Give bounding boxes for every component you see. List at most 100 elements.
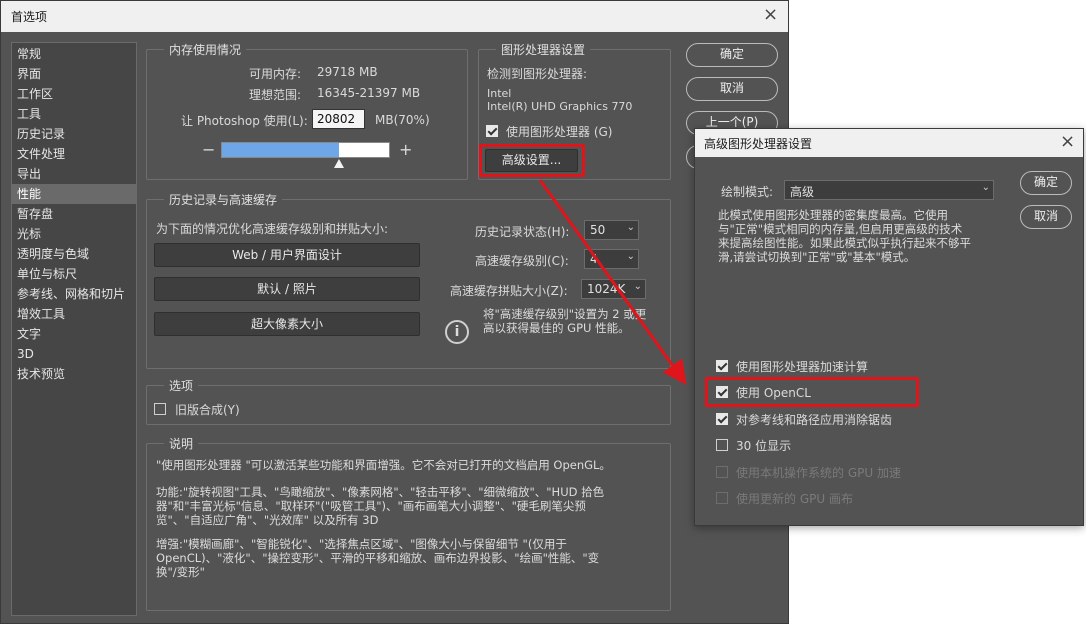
title-bar: 首选项 ×: [1, 1, 788, 32]
sidebar-item-guides[interactable]: 参考线、网格和切片: [12, 284, 136, 304]
memory-slider-fill: [222, 143, 339, 157]
gpu-compute-label: 使用图形处理器加速计算: [736, 360, 869, 374]
description-p2-line2: 器"和"丰富光标"信息、"取样环"("吸管工具")、"画布画笔大小调整"、"硬毛…: [156, 499, 586, 513]
cancel-button[interactable]: 取消: [686, 77, 778, 101]
optimize-label: 为下面的情况优化高速缓存级别和拼贴大小:: [156, 222, 389, 236]
legacy-compositing-label: 旧版合成(Y): [175, 403, 240, 417]
history-states-value: 50: [590, 223, 606, 237]
history-cache-title: 历史记录与高速缓存: [164, 191, 283, 208]
options-title: 选项: [164, 377, 199, 394]
sidebar-item-export[interactable]: 导出: [12, 164, 136, 184]
preset-web-button[interactable]: Web / 用户界面设计: [154, 243, 420, 267]
sidebar-item-cursors[interactable]: 光标: [12, 224, 136, 244]
sidebar-item-history-log[interactable]: 历史记录: [12, 124, 136, 144]
draw-mode-label: 绘制模式:: [721, 185, 774, 199]
close-icon[interactable]: ×: [763, 4, 778, 25]
photoshop-use-label: 让 Photoshop 使用(L):: [181, 114, 308, 128]
gpu-compute-checkbox[interactable]: [716, 360, 728, 372]
chevron-down-icon: ⌄: [633, 281, 642, 292]
description-p3-line3: 换"/变形": [156, 565, 205, 579]
history-states-label: 历史记录状态(H):: [475, 225, 570, 239]
description-p3-line1: 增强:"模糊画廊"、"智能锐化"、"选择焦点区域"、"图像大小与保留细节 "(仅…: [156, 537, 567, 551]
description-p2-line1: 功能:"旋转视图"工具、"鸟瞰缩放"、"像素网格"、"轻击平移"、"细微缩放"、…: [156, 485, 605, 499]
history-states-combo[interactable]: 50 ⌄: [584, 220, 639, 240]
tile-size-combo[interactable]: 1024K ⌄: [581, 279, 646, 299]
memory-use-input[interactable]: 20802: [312, 109, 365, 129]
advanced-dialog-title: 高级图形处理器设置: [704, 137, 813, 151]
sidebar-item-plugins[interactable]: 增效工具: [12, 304, 136, 324]
ideal-range-value: 16345-21397 MB: [317, 86, 421, 100]
use-gpu-checkbox[interactable]: [486, 125, 498, 137]
available-memory-label: 可用内存:: [249, 67, 302, 81]
advanced-gpu-dialog: 高级图形处理器设置 × 绘制模式: 高级 ⌄ 此模式使用图形处理器的密集度最高。…: [694, 128, 1084, 526]
antialias-checkbox[interactable]: [716, 413, 728, 425]
sidebar-item-general[interactable]: 常规: [12, 44, 136, 64]
advanced-cancel-button[interactable]: 取消: [1020, 205, 1072, 229]
memory-use-unit: MB(70%): [375, 113, 430, 127]
cache-info-line1: 将"高速缓存级别"设置为 2 或更: [483, 307, 647, 321]
cache-info-line2: 高以获得最佳的 GPU 性能。: [483, 321, 630, 335]
native-os-gpu-checkbox: [716, 466, 728, 478]
info-icon: i: [445, 320, 469, 344]
available-memory-value: 29718 MB: [317, 65, 378, 79]
tile-size-label: 高速缓存拼贴大小(Z):: [450, 284, 568, 298]
highlight-advanced-button: [479, 144, 585, 177]
chevron-down-icon: ⌄: [626, 251, 635, 262]
draw-mode-value: 高级: [790, 185, 815, 199]
sidebar-item-tech-preview[interactable]: 技术预览: [12, 364, 136, 384]
mode-desc-line4: 滑,请尝试切换到"正常"或"基本"模式。: [718, 250, 916, 264]
mode-desc-line1: 此模式使用图形处理器的密集度最高。它使用: [718, 208, 948, 222]
30bit-display-label: 30 位显示: [736, 439, 792, 453]
native-os-gpu-label: 使用本机操作系统的 GPU 加速: [736, 466, 901, 480]
new-gpu-canvas-label: 使用更新的 GPU 画布: [736, 492, 853, 506]
advanced-ok-button[interactable]: 确定: [1020, 171, 1072, 195]
cache-levels-combo[interactable]: 4 ⌄: [584, 249, 639, 269]
ideal-range-label: 理想范围:: [249, 88, 302, 102]
sidebar-item-workspace[interactable]: 工作区: [12, 84, 136, 104]
chevron-down-icon: ⌄: [626, 222, 635, 233]
memory-slider-thumb[interactable]: [334, 159, 344, 168]
description-p2-line3: 览"、"自适应广角"、"光效库" 以及所有 3D: [156, 513, 379, 527]
description-p1: "使用图形处理器 "可以激活某些功能和界面增强。它不会对已打开的文档启用 Ope…: [156, 458, 611, 472]
draw-mode-combo[interactable]: 高级 ⌄: [784, 180, 994, 200]
dialog-title: 首选项: [11, 10, 48, 24]
antialias-label: 对参考线和路径应用消除锯齿: [736, 413, 893, 427]
preset-huge-button[interactable]: 超大像素大小: [154, 312, 420, 336]
sidebar-item-transparency[interactable]: 透明度与色域: [12, 244, 136, 264]
memory-group-title: 内存使用情况: [164, 41, 247, 58]
sidebar: 常规 界面 工作区 工具 历史记录 文件处理 导出 性能 暂存盘 光标 透明度与…: [11, 42, 137, 616]
sidebar-item-type[interactable]: 文字: [12, 324, 136, 344]
advanced-title-bar: 高级图形处理器设置 ×: [695, 129, 1083, 157]
increase-memory-icon[interactable]: +: [399, 140, 412, 159]
chevron-down-icon: ⌄: [981, 182, 990, 193]
legacy-compositing-checkbox[interactable]: [154, 403, 166, 415]
cache-levels-label: 高速缓存级别(C):: [475, 254, 569, 268]
gpu-model: Intel(R) UHD Graphics 770: [487, 100, 633, 113]
gpu-group-title: 图形处理器设置: [496, 41, 591, 58]
mode-desc-line3: 来提高绘图性能。如果此模式似乎执行起来不够平: [718, 236, 971, 250]
close-icon[interactable]: ×: [1060, 131, 1075, 152]
sidebar-item-3d[interactable]: 3D: [12, 344, 136, 364]
cache-levels-value: 4: [590, 252, 598, 266]
tile-size-value: 1024K: [587, 282, 626, 296]
preferences-dialog: 首选项 × 常规 界面 工作区 工具 历史记录 文件处理 导出 性能 暂存盘 光…: [0, 0, 789, 624]
description-title: 说明: [164, 435, 199, 452]
decrease-memory-icon[interactable]: −: [202, 140, 215, 159]
use-gpu-label: 使用图形处理器 (G): [506, 125, 613, 139]
description-p3-line2: OpenCL)、"液化"、"操控变形"、平滑的平移和缩放、画布边界投影、"绘画"…: [156, 551, 600, 565]
sidebar-item-performance[interactable]: 性能: [12, 184, 136, 204]
ok-button[interactable]: 确定: [686, 43, 778, 67]
30bit-display-checkbox[interactable]: [716, 439, 728, 451]
detected-gpu-label: 检测到图形处理器:: [487, 67, 588, 81]
preset-default-button[interactable]: 默认 / 照片: [154, 277, 420, 301]
memory-slider-track[interactable]: [221, 142, 390, 158]
sidebar-item-file-handling[interactable]: 文件处理: [12, 144, 136, 164]
sidebar-item-scratch-disks[interactable]: 暂存盘: [12, 204, 136, 224]
sidebar-item-units[interactable]: 单位与标尺: [12, 264, 136, 284]
new-gpu-canvas-checkbox: [716, 492, 728, 504]
sidebar-item-tools[interactable]: 工具: [12, 104, 136, 124]
gpu-vendor: Intel: [487, 87, 512, 100]
highlight-opencl: [705, 377, 919, 407]
mode-desc-line2: 与"正常"模式相同的内存量,但启用更高级的技术: [718, 222, 963, 236]
sidebar-item-interface[interactable]: 界面: [12, 64, 136, 84]
